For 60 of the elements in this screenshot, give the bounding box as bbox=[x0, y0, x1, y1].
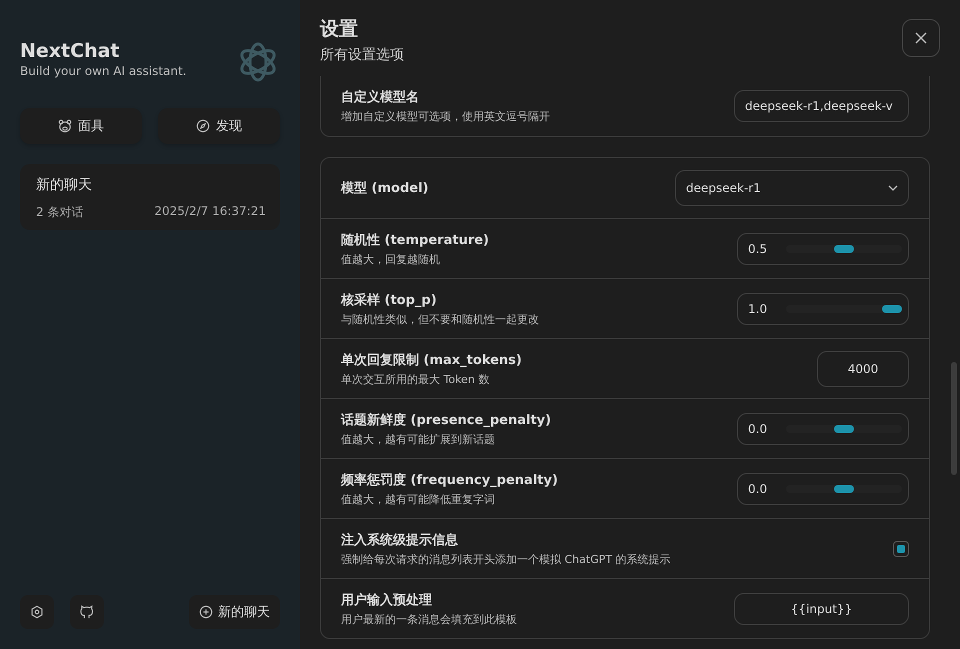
cat-icon bbox=[80, 605, 94, 619]
slider-track[interactable] bbox=[786, 244, 902, 252]
setting-title: 注入系统级提示信息 bbox=[341, 532, 459, 548]
slider-thumb[interactable] bbox=[834, 244, 854, 252]
model-dropdown[interactable]: deepseek-r1 bbox=[675, 170, 909, 206]
slider-value: 0.0 bbox=[748, 422, 768, 436]
setting-title: 核采样 (top_p) bbox=[341, 292, 438, 308]
message-count: 2 条对话 bbox=[36, 204, 84, 221]
slider-track[interactable] bbox=[786, 424, 902, 432]
settings-button[interactable] bbox=[20, 595, 54, 629]
setting-title: 频率惩罚度 (frequency_penalty) bbox=[341, 472, 558, 488]
scrollbar-thumb[interactable] bbox=[951, 362, 957, 475]
slider-thumb[interactable] bbox=[882, 304, 902, 312]
chat-title: 新的聊天 bbox=[36, 176, 93, 194]
slider-track[interactable] bbox=[786, 484, 902, 492]
setting-description: 用户最新的一条消息会填充到此模板 bbox=[341, 612, 517, 626]
slider-field[interactable]: 0.5 bbox=[737, 232, 909, 264]
slider-field[interactable]: 1.0 bbox=[737, 292, 909, 324]
slider-field[interactable]: 0.0 bbox=[737, 412, 909, 444]
number-field[interactable]: 4000 bbox=[817, 350, 909, 386]
app-subtitle: Build your own AI assistant. bbox=[20, 64, 186, 78]
chat-time: 2025/2/7 16:37:21 bbox=[154, 204, 266, 220]
slider-thumb[interactable] bbox=[834, 424, 854, 432]
slider-thumb[interactable] bbox=[834, 484, 854, 492]
bear-face-icon bbox=[58, 119, 72, 133]
setting-title: 用户输入预处理 bbox=[341, 592, 433, 608]
setting-title: 模型 (model) bbox=[341, 180, 428, 197]
setting-title: 话题新鲜度 (presence_penalty) bbox=[341, 412, 552, 428]
slider-value: 0.0 bbox=[748, 482, 768, 496]
setting-description: 值越大，回复越随机 bbox=[341, 252, 441, 266]
close-icon bbox=[915, 32, 927, 44]
setting-title: 自定义模型名 bbox=[341, 88, 420, 106]
text-field[interactable]: deepseek-r1,deepseek-v bbox=[734, 90, 909, 122]
checkbox[interactable] bbox=[893, 540, 909, 556]
compass-icon bbox=[196, 119, 210, 133]
page-subtitle: 所有设置选项 bbox=[320, 46, 404, 64]
mask-button[interactable]: 面具 bbox=[20, 108, 142, 144]
github-button[interactable] bbox=[70, 595, 104, 629]
plus-circle-icon bbox=[199, 605, 213, 619]
setting-title: 随机性 (temperature) bbox=[341, 232, 489, 248]
setting-title: 单次回复限制 (max_tokens) bbox=[341, 352, 522, 368]
chat-item[interactable]: 新的聊天 2 条对话 2025/2/7 16:37:21 bbox=[20, 164, 280, 230]
close-button[interactable] bbox=[902, 19, 940, 57]
slider-value: 0.5 bbox=[748, 242, 768, 256]
slider-track[interactable] bbox=[786, 304, 902, 312]
settings-icon bbox=[30, 605, 44, 619]
slider-field[interactable]: 0.0 bbox=[737, 472, 909, 504]
setting-description: 与随机性类似，但不要和随机性一起更改 bbox=[341, 312, 539, 326]
setting-description: 值越大，越有可能降低重复字词 bbox=[341, 492, 496, 506]
template-field[interactable]: {{input}} bbox=[734, 592, 909, 624]
new-chat-button[interactable]: 新的聊天 bbox=[189, 595, 280, 629]
discover-button[interactable]: 发现 bbox=[158, 108, 280, 144]
setting-description: 值越大，越有可能扩展到新话题 bbox=[341, 432, 496, 446]
setting-description: 增加自定义模型可选项，使用英文逗号隔开 bbox=[341, 109, 550, 124]
setting-description: 单次交互所用的最大 Token 数 bbox=[341, 372, 490, 386]
page-title: 设置 bbox=[320, 17, 359, 42]
setting-description: 强制给每次请求的消息列表开头添加一个模拟 ChatGPT 的系统提示 bbox=[341, 552, 671, 566]
app-title: NextChat bbox=[20, 40, 120, 62]
chevron-down-icon bbox=[888, 185, 898, 191]
slider-value: 1.0 bbox=[748, 302, 768, 316]
